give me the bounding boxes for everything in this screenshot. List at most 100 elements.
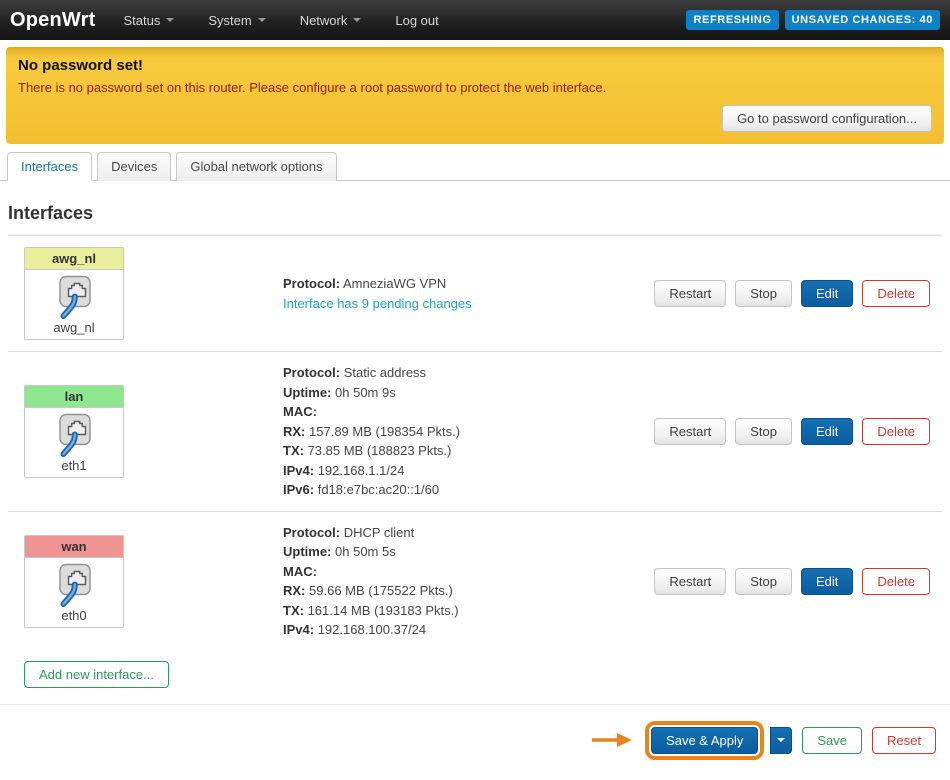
- ethernet-port-icon: [51, 275, 97, 319]
- interface-info: Protocol: AmneziaWG VPN Interface has 9 …: [283, 274, 654, 313]
- save-apply-button[interactable]: Save & Apply: [651, 727, 758, 754]
- pending-changes-link[interactable]: Interface has 9 pending changes: [283, 296, 472, 311]
- restart-button[interactable]: Restart: [654, 418, 726, 445]
- delete-button[interactable]: Delete: [862, 568, 930, 595]
- info-value: 0h 50m 5s: [335, 544, 396, 559]
- no-password-alert: No password set! There is no password se…: [6, 47, 944, 144]
- interface-name-badge: wan: [25, 536, 123, 558]
- menu-network-label: Network: [300, 13, 348, 28]
- edit-button[interactable]: Edit: [801, 280, 853, 307]
- menu-system[interactable]: System: [208, 13, 265, 28]
- interface-row-awg-nl: awg_nl awg_nl Protocol: AmneziaWG VPN: [8, 235, 942, 351]
- info-label: IPv6:: [283, 482, 314, 497]
- top-navbar: OpenWrt Status System Network Log out RE…: [0, 0, 950, 40]
- info-line: Uptime: 0h 50m 9s: [283, 383, 654, 403]
- info-line: TX: 73.85 MB (188823 Pkts.): [283, 441, 654, 461]
- edit-button[interactable]: Edit: [801, 418, 853, 445]
- interface-info: Protocol: Static address Uptime: 0h 50m …: [283, 363, 654, 500]
- alert-title: No password set!: [18, 57, 932, 74]
- footer-action-bar: Save & Apply Save Reset: [0, 704, 950, 780]
- ifacebox-body: eth1: [25, 408, 123, 477]
- info-line: IPv6: fd18:e7bc:ac20::1/60: [283, 480, 654, 500]
- ifacebox-wan: wan eth0: [24, 535, 124, 628]
- chevron-down-icon: [258, 18, 266, 22]
- stop-button[interactable]: Stop: [735, 568, 792, 595]
- annotation-highlight-ring: Save & Apply: [645, 721, 764, 760]
- add-interface-row: Add new interface...: [24, 661, 942, 688]
- interface-row-lan: lan eth1 Protocol: Static address Uptime…: [8, 351, 942, 511]
- interface-name-badge: lan: [25, 386, 123, 408]
- unsaved-changes-badge[interactable]: UNSAVED CHANGES: 40: [785, 10, 940, 30]
- info-label: MAC:: [283, 564, 317, 579]
- info-label: TX:: [283, 603, 304, 618]
- chevron-down-icon: [777, 738, 785, 742]
- interface-info: Protocol: DHCP client Uptime: 0h 50m 5s …: [283, 523, 654, 640]
- info-label: IPv4:: [283, 622, 314, 637]
- chevron-down-icon: [166, 18, 174, 22]
- info-line: TX: 161.14 MB (193183 Pkts.): [283, 601, 654, 621]
- menu-logout[interactable]: Log out: [395, 13, 438, 28]
- tab-devices[interactable]: Devices: [97, 152, 171, 181]
- add-new-interface-button[interactable]: Add new interface...: [24, 661, 169, 688]
- info-label: TX:: [283, 443, 304, 458]
- info-line: MAC:: [283, 562, 654, 582]
- interface-device-label: awg_nl: [28, 320, 120, 335]
- info-value: DHCP client: [344, 525, 415, 540]
- alert-actions: Go to password configuration...: [18, 105, 932, 132]
- info-line: RX: 59.66 MB (175522 Pkts.): [283, 581, 654, 601]
- info-value: AmneziaWG VPN: [343, 276, 446, 291]
- info-value: 161.14 MB (193183 Pkts.): [308, 603, 459, 618]
- reset-button[interactable]: Reset: [872, 727, 936, 754]
- info-value: 157.89 MB (198354 Pkts.): [309, 424, 460, 439]
- info-line: MAC:: [283, 402, 654, 422]
- edit-button[interactable]: Edit: [801, 568, 853, 595]
- ifacebox-cell: lan eth1: [18, 385, 283, 478]
- stop-button[interactable]: Stop: [735, 280, 792, 307]
- ethernet-port-icon: [51, 413, 97, 457]
- ifacebox-lan: lan eth1: [24, 385, 124, 478]
- info-label: Uptime:: [283, 544, 331, 559]
- info-label: Protocol:: [283, 525, 340, 540]
- info-label: RX:: [283, 583, 305, 598]
- info-line: IPv4: 192.168.1.1/24: [283, 461, 654, 481]
- info-value: 192.168.1.1/24: [318, 463, 405, 478]
- tab-interfaces[interactable]: Interfaces: [7, 152, 92, 181]
- info-label: Uptime:: [283, 385, 331, 400]
- openwrt-logo: OpenWrt: [10, 9, 95, 32]
- interfaces-page: Interfaces awg_nl awg_nl Protocol:: [0, 203, 950, 688]
- interface-device-label: eth0: [28, 608, 120, 623]
- refreshing-badge: REFRESHING: [686, 10, 778, 30]
- info-line: Interface has 9 pending changes: [283, 294, 654, 314]
- delete-button[interactable]: Delete: [862, 418, 930, 445]
- tab-global-network-options[interactable]: Global network options: [176, 152, 336, 181]
- annotation-arrow-icon: [591, 731, 633, 749]
- menu-status[interactable]: Status: [123, 13, 174, 28]
- save-apply-dropdown-toggle[interactable]: [770, 727, 792, 754]
- interface-actions: Restart Stop Edit Delete: [654, 568, 936, 595]
- network-tabbar: Interfaces Devices Global network option…: [0, 152, 950, 181]
- menu-status-label: Status: [123, 13, 160, 28]
- info-label: Protocol:: [283, 276, 340, 291]
- go-to-password-configuration-button[interactable]: Go to password configuration...: [722, 105, 932, 132]
- menu-network[interactable]: Network: [300, 13, 362, 28]
- info-line: RX: 157.89 MB (198354 Pkts.): [283, 422, 654, 442]
- restart-button[interactable]: Restart: [654, 280, 726, 307]
- info-label: RX:: [283, 424, 305, 439]
- info-value: 0h 50m 9s: [335, 385, 396, 400]
- status-badges: REFRESHING UNSAVED CHANGES: 40: [686, 10, 940, 30]
- delete-button[interactable]: Delete: [862, 280, 930, 307]
- main-menu: Status System Network Log out: [123, 13, 438, 28]
- save-button[interactable]: Save: [802, 727, 862, 754]
- info-value: 59.66 MB (175522 Pkts.): [309, 583, 453, 598]
- menu-system-label: System: [208, 13, 251, 28]
- info-line: Protocol: AmneziaWG VPN: [283, 274, 654, 294]
- interface-row-wan: wan eth0 Protocol: DHCP client Uptime: 0…: [8, 511, 942, 651]
- restart-button[interactable]: Restart: [654, 568, 726, 595]
- stop-button[interactable]: Stop: [735, 418, 792, 445]
- info-line: Uptime: 0h 50m 5s: [283, 542, 654, 562]
- page-title: Interfaces: [8, 203, 942, 224]
- info-label: Protocol:: [283, 365, 340, 380]
- ifacebox-body: eth0: [25, 558, 123, 627]
- info-label: IPv4:: [283, 463, 314, 478]
- info-value: 192.168.100.37/24: [318, 622, 426, 637]
